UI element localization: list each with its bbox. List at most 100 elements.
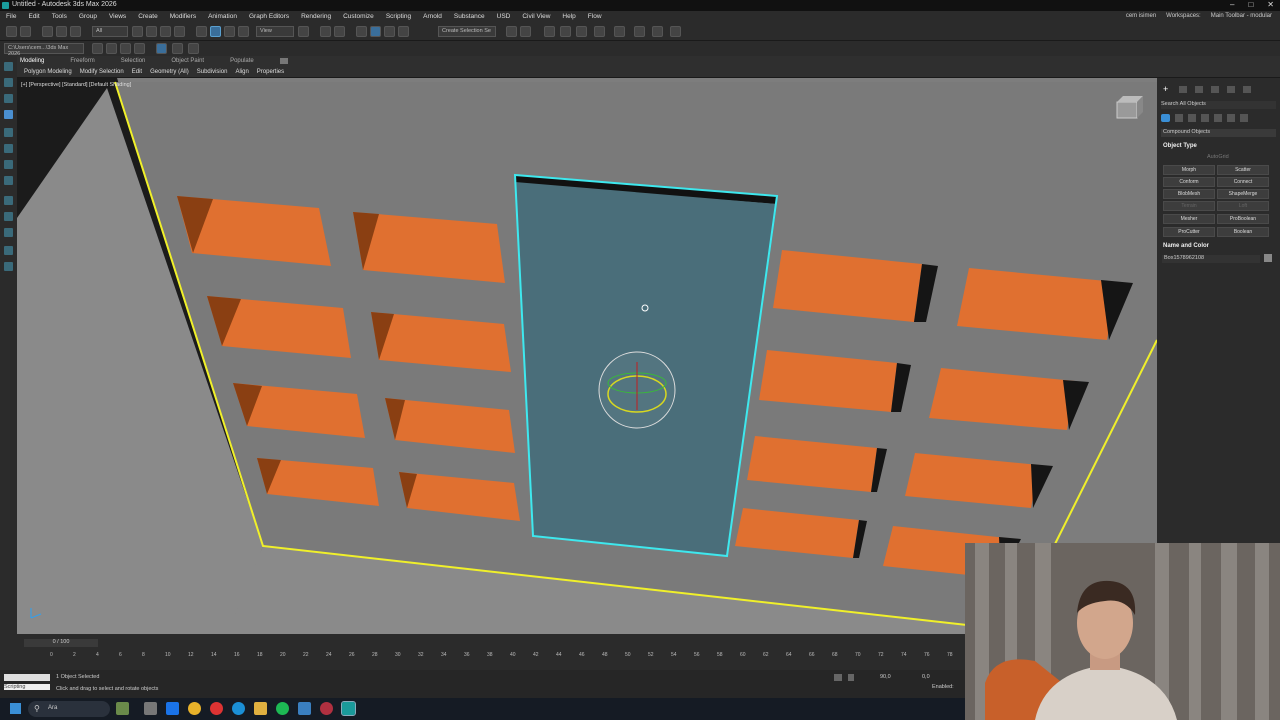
isolate-selection-icon[interactable] (834, 674, 842, 681)
taskbar-search[interactable]: ⚲ Ara (28, 701, 110, 717)
window-crossing-icon[interactable] (174, 26, 185, 37)
menu-graph-editors[interactable]: Graph Editors (249, 13, 289, 20)
select-by-name-icon[interactable] (146, 26, 157, 37)
unlink-icon[interactable] (56, 26, 67, 37)
menu-edit[interactable]: Edit (28, 13, 39, 20)
project-folder-icon[interactable] (134, 43, 145, 54)
helpers-icon[interactable] (1214, 114, 1222, 122)
region-select-icon[interactable] (160, 26, 171, 37)
browser-icon[interactable] (232, 702, 245, 715)
menu-flow[interactable]: Flow (588, 13, 602, 20)
reference-coord-dropdown[interactable]: View (256, 26, 294, 37)
opera-icon[interactable] (210, 702, 223, 715)
lock-selection-icon[interactable] (848, 674, 854, 681)
menu-file[interactable]: File (6, 13, 16, 20)
tool-icon[interactable] (4, 246, 13, 255)
material-editor-icon[interactable] (614, 26, 625, 37)
menu-group[interactable]: Group (79, 13, 97, 20)
tool-icon[interactable] (4, 196, 13, 205)
adaptive-degradation-icon[interactable] (188, 43, 199, 54)
z-coordinate-field[interactable]: 0,0 (922, 674, 930, 680)
menu-modifiers[interactable]: Modifiers (170, 13, 196, 20)
mesher-button[interactable]: Mesher (1163, 214, 1215, 224)
menu-create[interactable]: Create (138, 13, 158, 20)
save-file-icon[interactable] (120, 43, 131, 54)
edge-icon[interactable] (166, 702, 179, 715)
x-coordinate-field[interactable]: 90,0 (880, 674, 891, 680)
tool-icon[interactable] (4, 62, 13, 71)
isolate-icon[interactable] (172, 43, 183, 54)
scene-explorer-icon[interactable] (560, 26, 571, 37)
object-color-swatch[interactable] (1264, 254, 1272, 262)
tab-populate[interactable]: Populate (230, 58, 254, 64)
modify-tab-icon[interactable] (1179, 86, 1187, 93)
project-path[interactable]: C:\Users\cem...\3ds Max 2026 (4, 43, 84, 57)
blobmesh-button[interactable]: BlobMesh (1163, 189, 1215, 199)
scatter-button[interactable]: Scatter (1217, 165, 1269, 175)
procutter-button[interactable]: ProCutter (1163, 227, 1215, 237)
align-icon[interactable] (520, 26, 531, 37)
object-type-header[interactable]: Object Type (1163, 143, 1197, 149)
undo-icon[interactable] (6, 26, 17, 37)
tool-icon[interactable] (4, 212, 13, 221)
ribbon-align[interactable]: Align (235, 69, 248, 75)
morph-button[interactable]: Morph (1163, 165, 1215, 175)
link-icon[interactable] (42, 26, 53, 37)
schematic-view-icon[interactable] (594, 26, 605, 37)
ribbon-edit[interactable]: Edit (132, 69, 142, 75)
task-view-icon[interactable] (144, 702, 157, 715)
tool-icon[interactable] (4, 160, 13, 169)
motion-tab-icon[interactable] (1211, 86, 1219, 93)
render-setup-icon[interactable] (634, 26, 645, 37)
menu-substance[interactable]: Substance (454, 13, 485, 20)
rendered-frame-window-icon[interactable] (652, 26, 663, 37)
object-search-input[interactable]: Search All Objects (1161, 101, 1276, 109)
pivot-center-icon[interactable] (298, 26, 309, 37)
menu-help[interactable]: Help (562, 13, 575, 20)
3dsmax-taskbar-icon[interactable] (341, 701, 356, 716)
create-tab-icon[interactable]: + (1163, 85, 1171, 94)
menu-scripting[interactable]: Scripting (386, 13, 411, 20)
shapemerge-button[interactable]: ShapeMerge (1217, 189, 1269, 199)
ribbon-polygon-modeling[interactable]: Polygon Modeling (24, 69, 72, 75)
tab-object-paint[interactable]: Object Paint (171, 58, 204, 64)
keyboard-shortcut-icon[interactable] (334, 26, 345, 37)
select-scale-icon[interactable] (224, 26, 235, 37)
hierarchy-tab-icon[interactable] (1195, 86, 1203, 93)
cameras-icon[interactable] (1201, 114, 1209, 122)
proboolean-button[interactable]: ProBoolean (1217, 214, 1269, 224)
listener-label[interactable]: Scripting (4, 684, 50, 690)
curve-editor-icon[interactable] (576, 26, 587, 37)
object-name-input[interactable]: Box1578962108 (1162, 255, 1260, 263)
bind-space-warp-icon[interactable] (70, 26, 81, 37)
name-color-header[interactable]: Name and Color (1163, 243, 1209, 249)
menu-usd[interactable]: USD (497, 13, 511, 20)
menu-rendering[interactable]: Rendering (301, 13, 331, 20)
lights-icon[interactable] (1188, 114, 1196, 122)
selection-filter-dropdown[interactable]: All (92, 26, 128, 37)
loft-button[interactable]: Loft (1217, 201, 1269, 211)
systems-icon[interactable] (1240, 114, 1248, 122)
select-rotate-icon[interactable] (210, 26, 221, 37)
viewport-layout-icon[interactable] (156, 43, 167, 54)
geometry-icon[interactable] (1161, 114, 1170, 122)
time-slider[interactable]: 0 / 100 (24, 639, 98, 647)
spinner-snap-icon[interactable] (398, 26, 409, 37)
workspace-dropdown[interactable]: Main Toolbar - modular (1211, 13, 1272, 19)
tool-icon[interactable] (4, 176, 13, 185)
minimize-icon[interactable]: – (1230, 0, 1234, 9)
select-move-icon[interactable] (196, 26, 207, 37)
menu-views[interactable]: Views (109, 13, 126, 20)
menu-customize[interactable]: Customize (343, 13, 374, 20)
ribbon-subdivision[interactable]: Subdivision (197, 69, 228, 75)
angle-snap-icon[interactable] (370, 26, 381, 37)
menu-arnold[interactable]: Arnold (423, 13, 442, 20)
chrome-icon[interactable] (188, 702, 201, 715)
percent-snap-icon[interactable] (384, 26, 395, 37)
tool-icon[interactable] (4, 144, 13, 153)
tool-icon[interactable] (4, 110, 13, 119)
select-place-icon[interactable] (238, 26, 249, 37)
named-selection-sets-dropdown[interactable]: Create Selection Se (438, 26, 496, 37)
layer-explorer-icon[interactable] (544, 26, 555, 37)
open-file-icon[interactable] (106, 43, 117, 54)
